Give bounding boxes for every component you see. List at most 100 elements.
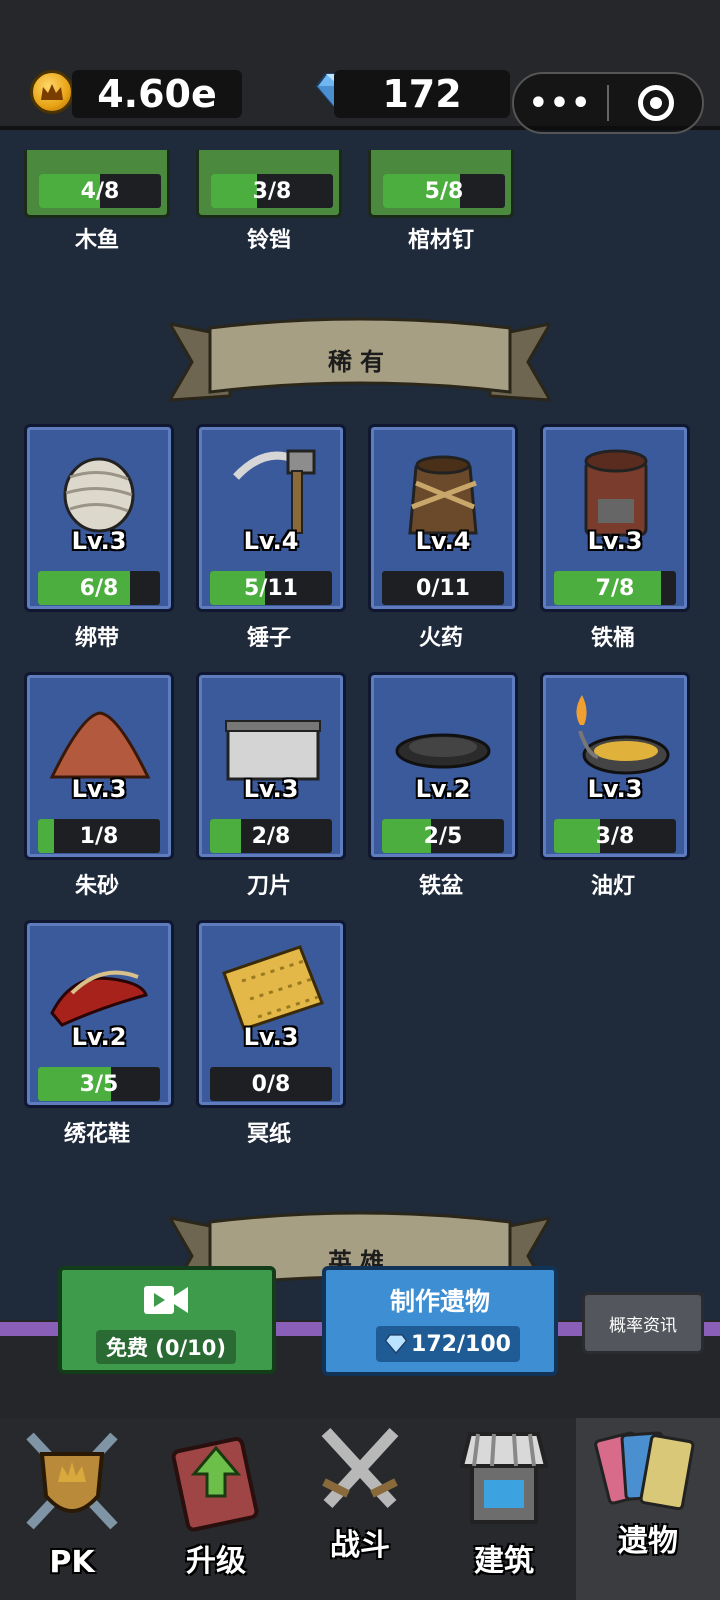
relic-name: 木鱼 — [74, 228, 119, 253]
probability-info-button[interactable]: 概率资讯 — [582, 1292, 704, 1354]
relic-name: 铁桶 — [590, 626, 635, 651]
relic-name: 绑带 — [74, 626, 119, 651]
progress-text: 3/8 — [252, 178, 292, 204]
progress-text: 5/8 — [424, 178, 464, 204]
coin-amount: 4.60e — [72, 70, 242, 118]
tab-relic[interactable]: 遗物 — [576, 1418, 720, 1600]
relic-card[interactable]: Lv.3 3/8 — [540, 672, 690, 860]
progress-bar: 3/8 — [554, 819, 676, 853]
relic-card[interactable]: Lv.3 2/8 — [196, 672, 346, 860]
video-camera-icon — [144, 1286, 188, 1314]
progress-bar: 4/8 — [39, 174, 161, 208]
relic-name: 铃铛 — [246, 228, 291, 253]
relic-level: Lv.3 — [587, 775, 643, 803]
tab-label: 升级 — [186, 1544, 246, 1579]
rare-section-banner: 稀有 — [167, 316, 553, 406]
progress-text: 3/8 — [595, 823, 635, 849]
tab-label: 战斗 — [330, 1528, 390, 1563]
bandage-icon — [63, 457, 135, 533]
oil-lamp-icon — [576, 695, 670, 775]
top-bar: 4.60e 172 ••• — [0, 0, 720, 134]
tab-label: 遗物 — [618, 1524, 678, 1559]
relic-card[interactable]: Lv.2 3/5 — [24, 920, 174, 1108]
progress-bar: 7/8 — [554, 571, 676, 605]
progress-text: 5/11 — [244, 575, 298, 601]
relic-name: 冥纸 — [246, 1122, 291, 1147]
relic-name: 锤子 — [246, 626, 291, 651]
progress-bar: 2/8 — [210, 819, 332, 853]
crossed-swords-icon — [321, 1427, 399, 1509]
progress-bar: 5/8 — [383, 174, 505, 208]
crown-coin-icon — [30, 70, 74, 114]
craft-relic-title: 制作遗物 — [389, 1287, 490, 1316]
craft-cost-text: 172/100 — [411, 1331, 511, 1357]
relic-card[interactable]: Lv.4 0/11 — [368, 424, 518, 612]
rare-section-title: 稀有 — [328, 348, 392, 376]
diamond-icon — [385, 1334, 408, 1354]
tab-pk[interactable]: PK — [0, 1418, 144, 1600]
shop-building-icon — [459, 1432, 549, 1524]
progress-text: 0/8 — [251, 1071, 291, 1097]
progress-text: 3/5 — [79, 1071, 119, 1097]
iron-basin-icon — [395, 733, 491, 769]
relic-card[interactable]: Lv.4 5/11 — [196, 424, 346, 612]
shield-crossed-icon — [26, 1432, 118, 1530]
relic-level: Lv.4 — [415, 527, 471, 555]
upgrade-book-icon — [171, 1436, 259, 1532]
tab-label: PK — [49, 1545, 95, 1580]
craft-cost: 172/100 — [376, 1326, 520, 1362]
relic-level: Lv.3 — [243, 775, 299, 803]
joss-paper-icon — [222, 945, 324, 1031]
tab-building[interactable]: 建筑 — [432, 1418, 576, 1600]
tab-label: 建筑 — [474, 1544, 534, 1579]
close-target-button[interactable] — [609, 85, 702, 121]
bottom-nav: PK 升级 战斗 建筑 遗物 — [0, 1418, 720, 1600]
relic-name: 刀片 — [246, 874, 291, 899]
cinnabar-icon — [49, 711, 151, 779]
relic-level: Lv.3 — [243, 1023, 299, 1051]
free-draw-button[interactable]: 免费 (0/10) — [58, 1266, 276, 1374]
free-draw-label: 免费 (0/10) — [96, 1330, 236, 1364]
relic-card[interactable]: Lv.3 6/8 — [24, 424, 174, 612]
progress-bar: 0/8 — [210, 1067, 332, 1101]
relic-name: 朱砂 — [74, 874, 119, 899]
gem-amount: 172 — [334, 70, 510, 118]
tab-battle[interactable]: 战斗 — [288, 1418, 432, 1600]
relic-card[interactable]: Lv.3 1/8 — [24, 672, 174, 860]
progress-bar: 0/11 — [382, 571, 504, 605]
relic-name: 油灯 — [590, 874, 635, 899]
target-icon — [637, 85, 674, 121]
tab-upgrade[interactable]: 升级 — [144, 1418, 288, 1600]
relic-card[interactable]: Lv.3 7/8 — [540, 424, 690, 612]
mini-program-capsule: ••• — [512, 72, 704, 134]
hammer-icon — [233, 449, 316, 534]
relic-card[interactable]: Lv.3 0/8 — [196, 920, 346, 1108]
relic-card[interactable]: 5/8 — [368, 150, 514, 218]
embroidered-shoes-icon — [50, 970, 148, 1027]
progress-text: 2/8 — [251, 823, 291, 849]
blade-icon — [225, 720, 321, 781]
craft-relic-button[interactable]: 制作遗物 172/100 — [322, 1266, 558, 1376]
progress-text: 2/5 — [423, 823, 463, 849]
relic-name: 棺材钉 — [407, 228, 474, 253]
relic-level: Lv.2 — [71, 1023, 127, 1051]
progress-bar: 3/8 — [211, 174, 333, 208]
relic-level: Lv.3 — [71, 775, 127, 803]
relic-card[interactable]: 3/8 — [196, 150, 342, 218]
more-menu-button[interactable]: ••• — [514, 86, 607, 121]
relic-level: Lv.3 — [587, 527, 643, 555]
progress-text: 1/8 — [79, 823, 119, 849]
relic-card[interactable]: Lv.2 2/5 — [368, 672, 518, 860]
progress-bar: 1/8 — [38, 819, 160, 853]
relic-level: Lv.3 — [71, 527, 127, 555]
relic-card[interactable]: 4/8 — [24, 150, 170, 218]
relic-cards-icon — [594, 1431, 695, 1511]
progress-text: 4/8 — [80, 178, 120, 204]
progress-bar: 2/5 — [382, 819, 504, 853]
iron-barrel-icon — [584, 449, 648, 537]
progress-text: 6/8 — [79, 575, 119, 601]
progress-text: 7/8 — [595, 575, 635, 601]
relic-level: Lv.2 — [415, 775, 471, 803]
relic-level: Lv.4 — [243, 527, 299, 555]
relic-name: 火药 — [418, 626, 463, 651]
